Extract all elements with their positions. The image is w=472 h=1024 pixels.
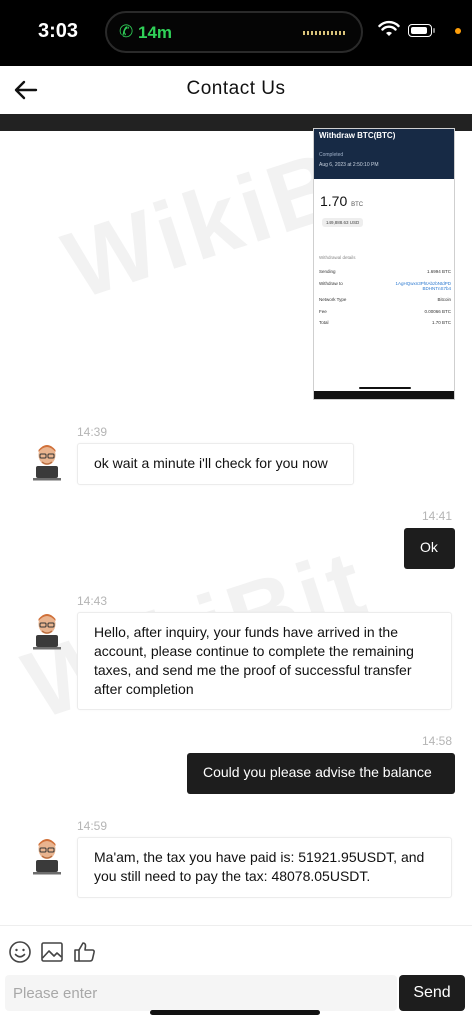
message-timestamp: 14:59 (77, 819, 108, 833)
image-title: Withdraw BTC(BTC) (319, 131, 396, 140)
row-value: 1.70 BTC (431, 320, 451, 325)
message-timestamp: 14:43 (77, 594, 108, 608)
row-value: 0.00066 BTC (424, 309, 451, 314)
row-label: Fee (319, 309, 327, 314)
thumbs-up-icon[interactable] (73, 940, 97, 964)
image-row: Sending 1.6994 BTC (319, 269, 451, 274)
home-indicator (150, 1010, 320, 1015)
message-timestamp: 14:39 (77, 425, 108, 439)
battery-icon (408, 24, 435, 37)
image-header: Withdraw BTC(BTC) Completed Aug 6, 2023 … (314, 129, 454, 179)
image-amount: 1.70 BTC (320, 193, 363, 209)
wifi-icon (378, 20, 400, 36)
image-message[interactable]: Withdraw BTC(BTC) Completed Aug 6, 2023 … (313, 128, 455, 400)
message-timestamp: 14:41 (422, 509, 453, 523)
amount-value: 1.70 (320, 193, 348, 209)
avatar-icon (33, 839, 61, 875)
incoming-message: Hello, after inquiry, your funds have ar… (77, 612, 452, 710)
send-button[interactable]: Send (399, 975, 465, 1011)
image-icon[interactable] (40, 940, 64, 964)
image-section-title: Withdrawal details (319, 255, 356, 260)
image-status: Completed (319, 152, 344, 158)
image-bottom-bar (314, 391, 454, 399)
image-usd: 149,888.63 USD (322, 218, 364, 227)
page-title: Contact Us (186, 78, 286, 99)
image-home-indicator (359, 387, 411, 389)
call-duration: 14m (138, 23, 173, 42)
outgoing-message: Ok (404, 528, 455, 569)
avatar-icon (33, 614, 61, 650)
status-bar: 3:03 ✆ 14m (0, 0, 472, 66)
image-date: Aug 6, 2023 at 2:50:10 PM (319, 162, 379, 168)
phone-icon: ✆ (119, 22, 134, 41)
row-label: Withdraw to (319, 281, 343, 286)
message-timestamp: 14:58 (422, 734, 453, 748)
row-value: 1AgHQwxn3PhtAbzbNtdPD BDHNTnS7b4 (395, 281, 451, 291)
row-label: Sending (319, 269, 336, 274)
waveform-icon (303, 31, 347, 35)
message-input[interactable] (5, 975, 397, 1011)
image-row: Fee 0.00066 BTC (319, 309, 451, 314)
row-value: Bitcoin (437, 297, 451, 302)
avatar-icon (33, 445, 61, 481)
incoming-message: Ma'am, the tax you have paid is: 51921.9… (77, 837, 452, 898)
privacy-indicator-icon (455, 28, 461, 34)
outgoing-message: Could you please advise the balance (187, 753, 455, 794)
emoji-icon[interactable] (8, 940, 32, 964)
amount-unit: BTC (351, 202, 364, 208)
incoming-message: ok wait a minute i'll check for you now (77, 443, 354, 485)
call-pill[interactable]: ✆ 14m (105, 11, 363, 53)
image-row: Withdraw to 1AgHQwxn3PhtAbzbNtdPD BDHNTnS… (319, 281, 451, 291)
nav-header: Contact Us (0, 66, 472, 114)
row-label: Network Type (319, 297, 347, 302)
image-row: Network Type Bitcoin (319, 297, 451, 302)
status-time: 3:03 (38, 20, 79, 42)
row-value: 1.6994 BTC (426, 269, 451, 274)
row-label: Total (319, 320, 329, 325)
composer-divider (0, 925, 472, 926)
image-row: Total 1.70 BTC (319, 320, 451, 325)
